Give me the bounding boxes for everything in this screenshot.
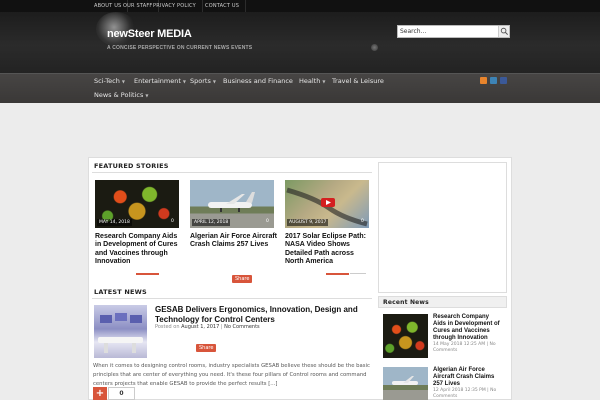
facebook-icon[interactable] (500, 77, 507, 84)
article-date-link[interactable]: August 1, 2017 (181, 324, 219, 330)
featured-title[interactable]: Research Company Aids in Development of … (95, 233, 183, 266)
featured-date: AUGUST 9, 2017 (287, 219, 329, 226)
sidebar-ad-box (378, 162, 507, 293)
topbar-link-privacy[interactable]: PRIVACY POLICY (147, 0, 203, 12)
nav-item-news-politics[interactable]: News & Politics ▼ (94, 88, 148, 102)
featured-divider (92, 172, 372, 173)
comment-count: 0 (266, 219, 269, 224)
latest-article-title[interactable]: GESAB Delivers Ergonomics, Innovation, D… (155, 305, 370, 325)
share-button[interactable]: Share (232, 265, 253, 284)
topbar-link-contact[interactable]: CONTACT US (199, 0, 247, 12)
top-utility-bar: ABOUT US OUR STAFF PRIVACY POLICY CONTAC… (0, 0, 600, 12)
site-logo[interactable]: newSteer MEDIA (107, 28, 192, 40)
featured-indicator-inactive (350, 273, 366, 274)
site-header (0, 12, 600, 73)
nav-item-entertainment[interactable]: Entertainment ▼ (134, 74, 186, 88)
latest-news-heading: LATEST NEWS (94, 288, 147, 296)
latest-article-thumb[interactable] (94, 305, 147, 358)
featured-stories-heading: FEATURED STORIES (94, 162, 169, 170)
nav-item-business-finance[interactable]: Business and Finance (223, 74, 293, 88)
recent-thumb-research[interactable] (383, 314, 428, 358)
recent-thumb-aircraft[interactable] (383, 367, 428, 400)
nav-item-sci-tech[interactable]: Sci-Tech ▼ (94, 74, 125, 88)
recent-item-meta: 14 May 2018 12:25 AM | No Comments (433, 342, 496, 353)
control-room-graphic (98, 313, 143, 353)
recent-item-meta: 12 April 2018 12:35 PM | No Comments (433, 388, 497, 399)
comment-count: 0 (171, 219, 174, 224)
article-comments-link[interactable]: No Comments (224, 324, 260, 330)
site-tagline: A CONCISE PERSPECTIVE ON CURRENT NEWS EV… (107, 45, 253, 51)
featured-date: MAY 14, 2018 (97, 219, 132, 226)
search-box (397, 25, 510, 38)
search-icon (500, 27, 509, 36)
rss-icon[interactable] (480, 77, 487, 84)
featured-title[interactable]: 2017 Solar Eclipse Path: NASA Video Show… (285, 233, 373, 266)
share-button[interactable]: Share (196, 334, 217, 353)
latest-divider (92, 298, 372, 299)
plus-button[interactable]: + (93, 387, 107, 400)
search-button[interactable] (498, 26, 509, 37)
nav-item-travel-leisure[interactable]: Travel & Leisure (332, 74, 384, 88)
featured-title[interactable]: Algerian Air Force Aircraft Crash Claims… (190, 233, 278, 250)
nav-item-sports[interactable]: Sports ▼ (190, 74, 216, 88)
comment-count: 0 (361, 219, 364, 224)
featured-indicator (136, 273, 159, 275)
featured-indicator (326, 273, 349, 275)
featured-date: APRIL 12, 2018 (192, 219, 231, 226)
search-input[interactable] (400, 26, 496, 37)
recent-item-title[interactable]: Algerian Air Force Aircraft Crash Claims… (433, 367, 500, 388)
decorative-dot (371, 44, 378, 51)
latest-article-excerpt: When it comes to designing control rooms… (93, 363, 370, 387)
share-count: 0 (108, 387, 135, 400)
recent-news-header: Recent News (378, 296, 507, 308)
aircraft-graphic (392, 376, 418, 385)
latest-article-meta: Posted on August 1, 2017 | No Comments (155, 324, 260, 330)
recent-news-heading: Recent News (383, 299, 429, 306)
recent-item-title[interactable]: Research Company Aids in Development of … (433, 314, 500, 342)
linkedin-icon[interactable] (490, 77, 497, 84)
nav-item-health[interactable]: Health ▼ (299, 74, 325, 88)
